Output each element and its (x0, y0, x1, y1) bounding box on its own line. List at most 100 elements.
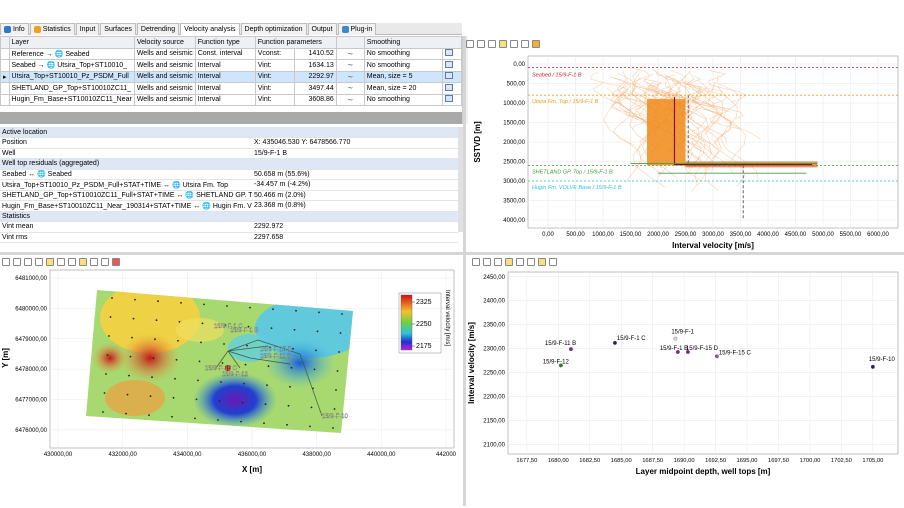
velocity-source-select[interactable]: Wells and seismic (133, 93, 196, 106)
x-tick-label: 4500,00 (785, 232, 807, 238)
function-type-select[interactable]: Const. interval (194, 47, 256, 60)
tab-depth-optimization[interactable]: Depth optimization (240, 23, 307, 35)
velocity-source-select[interactable]: Wells and seismic (133, 59, 196, 72)
pan-icon[interactable] (13, 257, 21, 266)
seismic-point (195, 398, 198, 401)
smoothing-settings-button[interactable] (442, 47, 462, 60)
zoom-icon[interactable] (488, 39, 496, 48)
layer-name: Seabed → 🌐 Utsira_Top+ST10010_ (8, 59, 135, 72)
function-type-select[interactable]: Interval (194, 82, 256, 95)
pointer-icon[interactable] (466, 39, 474, 48)
compass-icon[interactable] (90, 257, 98, 266)
param-value-input[interactable]: 3497.44 (293, 82, 337, 95)
y-tick-label: 2500,00 (503, 160, 525, 166)
grid-icon[interactable] (499, 39, 507, 48)
table-row[interactable]: Hugin_Fm_Base+ST10010ZC11_Near Wells and … (0, 93, 462, 106)
param-label: Vint: (254, 70, 295, 83)
scatter-point[interactable] (870, 364, 875, 369)
smoothing-select[interactable]: No smoothing (363, 59, 444, 72)
col-function-parameters[interactable]: Function parameters (254, 36, 337, 49)
smoothing-settings-button[interactable] (442, 70, 462, 83)
splitter[interactable] (463, 36, 466, 506)
param-value-input[interactable]: 3608.86 (293, 93, 337, 106)
param-value-input[interactable]: 2292.97 (293, 70, 337, 83)
seismic-point (338, 351, 340, 353)
x-tick-label: 1702,50 (831, 458, 852, 464)
seismic-point (177, 339, 179, 342)
function-type-select[interactable]: Interval (194, 59, 256, 72)
scatter-x-label: Layer midpoint depth, well tops [m] (636, 467, 771, 476)
seismic-point (333, 408, 336, 410)
function-type-select[interactable]: Interval (194, 93, 256, 106)
param-value-input[interactable]: 1410.52 (293, 47, 337, 60)
smoothing-select[interactable]: Mean, size = 20 (363, 82, 444, 95)
warning-icon[interactable] (112, 257, 120, 266)
axes-icon[interactable] (521, 39, 529, 48)
table-icon[interactable] (516, 257, 524, 266)
smoothing-settings-button[interactable] (442, 82, 462, 95)
zoom-icon[interactable] (24, 257, 32, 266)
velocity-source-select[interactable]: Wells and seismic (133, 47, 196, 60)
tab-input[interactable]: Input (75, 23, 100, 35)
info-value: 23.368 m (0.8%) (252, 200, 458, 212)
scatter-y-label: Interval velocity [m/s] (467, 322, 476, 404)
tab-velocity-analysis[interactable]: Velocity analysis (180, 23, 240, 35)
pan-icon[interactable] (477, 39, 485, 48)
smoothing-settings-button[interactable] (442, 59, 462, 72)
col-layer[interactable]: Layer (8, 36, 135, 49)
y-tick-label: 6478000,00 (15, 367, 47, 373)
tab-surfaces[interactable]: Surfaces (100, 23, 136, 35)
smoothing-select[interactable]: No smoothing (363, 47, 444, 60)
scatter-point[interactable] (673, 336, 678, 341)
smoothing-select[interactable]: No smoothing (363, 93, 444, 106)
tab-plug-in[interactable]: Plug-in (337, 23, 377, 35)
tab-detrending[interactable]: Detrending (136, 23, 180, 35)
layer-icon[interactable] (46, 257, 54, 266)
function-type-select[interactable]: Interval (194, 70, 256, 83)
legend-icon[interactable] (510, 39, 518, 48)
velocity-source-select[interactable]: Wells and seismic (133, 82, 196, 95)
tab-statistics[interactable]: Statistics (29, 23, 75, 35)
pointer-icon[interactable] (472, 257, 480, 266)
col-function-type[interactable]: Function type (194, 36, 256, 49)
splitter-h[interactable] (0, 252, 904, 255)
colorbar-icon[interactable] (79, 257, 87, 266)
info-value: -34.457 m (-4.2%) (252, 179, 458, 191)
tab-info[interactable]: Info (0, 23, 29, 35)
info-value: 15/9-F-1 B (252, 148, 458, 159)
x-tick-label: 5000,00 (812, 232, 834, 238)
x-tick-label: 2000,00 (647, 232, 669, 238)
contour-icon[interactable] (57, 257, 65, 266)
smoothing-select[interactable]: Mean, size = 5 (363, 70, 444, 83)
trend-icon[interactable] (527, 257, 535, 266)
grid-icon[interactable] (35, 257, 43, 266)
seismic-point (111, 297, 113, 299)
zoom-icon[interactable] (494, 257, 502, 266)
col-velocity-source[interactable]: Velocity source (133, 36, 196, 49)
horizon-label: Seabed / 15/9-F-1 B (532, 73, 582, 79)
param-value-input[interactable]: 1634.13 (293, 59, 337, 72)
grid-icon[interactable] (505, 257, 513, 266)
tab-output[interactable]: Output (307, 23, 337, 35)
seismic-point (174, 377, 176, 380)
velocity-source-select[interactable]: Wells and seismic (133, 70, 196, 83)
y-tick-label: 1500,00 (503, 121, 525, 127)
wells-icon[interactable] (532, 39, 540, 48)
well-label: 15/9-F-15 D (260, 347, 293, 353)
smoothing-settings-button[interactable] (442, 93, 462, 106)
wells-icon[interactable] (68, 257, 76, 266)
axes-icon[interactable] (549, 257, 557, 266)
pointer-icon[interactable] (2, 257, 10, 266)
table-row[interactable]: Reference → 🌐 Seabed Wells and seismic Con… (0, 47, 462, 60)
seismic-point (200, 341, 202, 344)
col-smoothing[interactable]: Smoothing (363, 36, 462, 49)
x-tick-label: 1685,00 (611, 458, 632, 464)
pan-icon[interactable] (483, 257, 491, 266)
y-tick-label: 2200,00 (483, 395, 505, 401)
table-row[interactable]: SHETLAND_GP_Top+ST10010ZC11_ Wells and se… (0, 82, 462, 95)
scatter-point[interactable] (568, 347, 573, 352)
table-row[interactable]: ▸ Utsira_Top+ST10010_Pz_PSDM_Full Wells an… (0, 70, 462, 83)
table-row[interactable]: Seabed → 🌐 Utsira_Top+ST10010_ Wells and … (0, 59, 462, 72)
info-icon[interactable] (538, 257, 546, 266)
scale-icon[interactable] (101, 257, 109, 266)
